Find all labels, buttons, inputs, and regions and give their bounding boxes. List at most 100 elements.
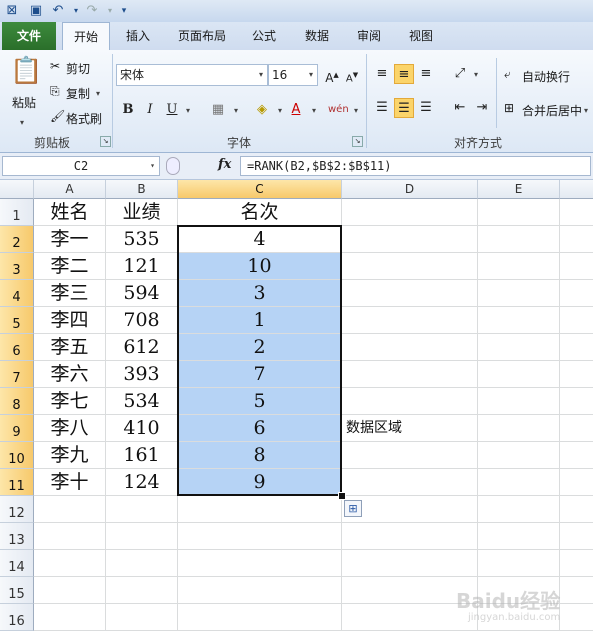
cell-d4[interactable] xyxy=(342,280,478,307)
cell-c14[interactable] xyxy=(178,550,342,577)
cell-c10[interactable]: 8 xyxy=(178,442,342,469)
cell-f13[interactable] xyxy=(560,523,593,550)
cell-a12[interactable] xyxy=(34,496,106,523)
cell-f5[interactable] xyxy=(560,307,593,334)
phonetic-guide-icon[interactable]: wén xyxy=(328,100,349,120)
cell-b1[interactable]: 业绩 xyxy=(106,199,178,226)
tab-insert[interactable]: 插入 xyxy=(116,22,160,50)
cut-button[interactable]: 剪切 xyxy=(66,60,90,77)
align-right-icon[interactable]: ☰ xyxy=(416,98,436,118)
cell-a8[interactable]: 李七 xyxy=(34,388,106,415)
cell-a15[interactable] xyxy=(34,577,106,604)
cell-f2[interactable] xyxy=(560,226,593,253)
cell-b16[interactable] xyxy=(106,604,178,631)
cell-c8[interactable]: 5 xyxy=(178,388,342,415)
cell-f9[interactable] xyxy=(560,415,593,442)
undo-dropdown-icon[interactable]: ▾ xyxy=(68,3,84,19)
cell-f15[interactable] xyxy=(560,577,593,604)
phonetic-dropdown-icon[interactable]: ▾ xyxy=(346,100,366,120)
cell-a13[interactable] xyxy=(34,523,106,550)
cell-c9[interactable]: 6 xyxy=(178,415,342,442)
cell-f4[interactable] xyxy=(560,280,593,307)
cell-b8[interactable]: 534 xyxy=(106,388,178,415)
cell-a4[interactable]: 李三 xyxy=(34,280,106,307)
cell-e8[interactable] xyxy=(478,388,560,415)
formula-bar-grip-icon[interactable] xyxy=(166,157,180,175)
tab-view[interactable]: 视图 xyxy=(400,22,442,50)
cell-f11[interactable] xyxy=(560,469,593,496)
redo-icon[interactable]: ↷ xyxy=(84,3,100,19)
cell-d10[interactable] xyxy=(342,442,478,469)
row-header[interactable]: 2 xyxy=(0,226,34,253)
underline-dropdown-icon[interactable]: ▾ xyxy=(178,100,198,120)
decrease-indent-icon[interactable]: ⇤ xyxy=(450,98,470,118)
cell-f1[interactable] xyxy=(560,199,593,226)
row-header[interactable]: 10 xyxy=(0,442,34,469)
borders-icon[interactable]: ▦ xyxy=(208,100,228,120)
insert-function-button[interactable]: fx xyxy=(218,157,231,172)
align-center-icon[interactable]: ☰ xyxy=(394,98,414,118)
cell-a5[interactable]: 李四 xyxy=(34,307,106,334)
cell-a2[interactable]: 李一 xyxy=(34,226,106,253)
merge-center-button[interactable]: 合并后居中 xyxy=(522,102,582,119)
cell-c16[interactable] xyxy=(178,604,342,631)
row-header[interactable]: 4 xyxy=(0,280,34,307)
row-header[interactable]: 6 xyxy=(0,334,34,361)
cell-a7[interactable]: 李六 xyxy=(34,361,106,388)
cell-f6[interactable] xyxy=(560,334,593,361)
paste-dropdown-icon[interactable]: ▾ xyxy=(20,114,24,128)
copy-button[interactable]: 复制 xyxy=(66,85,90,102)
column-header-b[interactable]: B xyxy=(106,180,178,199)
paste-button[interactable]: 粘贴 xyxy=(12,94,36,111)
merge-dropdown-icon[interactable]: ▾ xyxy=(584,102,588,116)
font-name-select[interactable]: 宋体 ▾ xyxy=(116,64,268,86)
cell-e9[interactable] xyxy=(478,415,560,442)
cell-b3[interactable]: 121 xyxy=(106,253,178,280)
cell-c6[interactable]: 2 xyxy=(178,334,342,361)
align-middle-icon[interactable]: ≡ xyxy=(394,64,414,84)
cell-e7[interactable] xyxy=(478,361,560,388)
row-header[interactable]: 1 xyxy=(0,199,34,226)
bold-button[interactable]: B xyxy=(118,100,138,120)
cell-c13[interactable] xyxy=(178,523,342,550)
cell-f3[interactable] xyxy=(560,253,593,280)
font-color-dropdown-icon[interactable]: ▾ xyxy=(304,100,324,120)
row-header[interactable]: 9 xyxy=(0,415,34,442)
cell-a14[interactable] xyxy=(34,550,106,577)
cell-f10[interactable] xyxy=(560,442,593,469)
orientation-dropdown-icon[interactable]: ▾ xyxy=(466,64,486,84)
cell-f16[interactable] xyxy=(560,604,593,631)
cell-c1[interactable]: 名次 xyxy=(178,199,342,226)
column-header-e[interactable]: E xyxy=(478,180,560,199)
italic-button[interactable]: I xyxy=(140,100,160,120)
fill-color-icon[interactable]: ◈ xyxy=(252,100,272,120)
cell-b9[interactable]: 410 xyxy=(106,415,178,442)
cell-c2[interactable]: 4 xyxy=(178,226,342,253)
cell-e13[interactable] xyxy=(478,523,560,550)
font-launcher-icon[interactable]: ↘ xyxy=(352,136,363,147)
auto-fill-options-icon[interactable]: ⊞ xyxy=(344,500,362,517)
align-left-icon[interactable]: ☰ xyxy=(372,98,392,118)
cell-d13[interactable] xyxy=(342,523,478,550)
cell-d1[interactable] xyxy=(342,199,478,226)
cell-e1[interactable] xyxy=(478,199,560,226)
column-header-d[interactable]: D xyxy=(342,180,478,199)
font-color-icon[interactable]: A xyxy=(286,100,306,120)
cell-d3[interactable] xyxy=(342,253,478,280)
cell-b6[interactable]: 612 xyxy=(106,334,178,361)
format-painter-button[interactable]: 格式刷 xyxy=(66,110,102,127)
row-header[interactable]: 8 xyxy=(0,388,34,415)
tab-review[interactable]: 审阅 xyxy=(348,22,390,50)
cell-b10[interactable]: 161 xyxy=(106,442,178,469)
row-header[interactable]: 13 xyxy=(0,523,34,550)
cell-c3[interactable]: 10 xyxy=(178,253,342,280)
cell-b7[interactable]: 393 xyxy=(106,361,178,388)
cell-e6[interactable] xyxy=(478,334,560,361)
cell-a6[interactable]: 李五 xyxy=(34,334,106,361)
cell-d14[interactable] xyxy=(342,550,478,577)
cell-d6[interactable] xyxy=(342,334,478,361)
cell-e10[interactable] xyxy=(478,442,560,469)
cell-f14[interactable] xyxy=(560,550,593,577)
grow-font-icon[interactable]: A▲ xyxy=(322,65,342,85)
increase-indent-icon[interactable]: ⇥ xyxy=(472,98,492,118)
